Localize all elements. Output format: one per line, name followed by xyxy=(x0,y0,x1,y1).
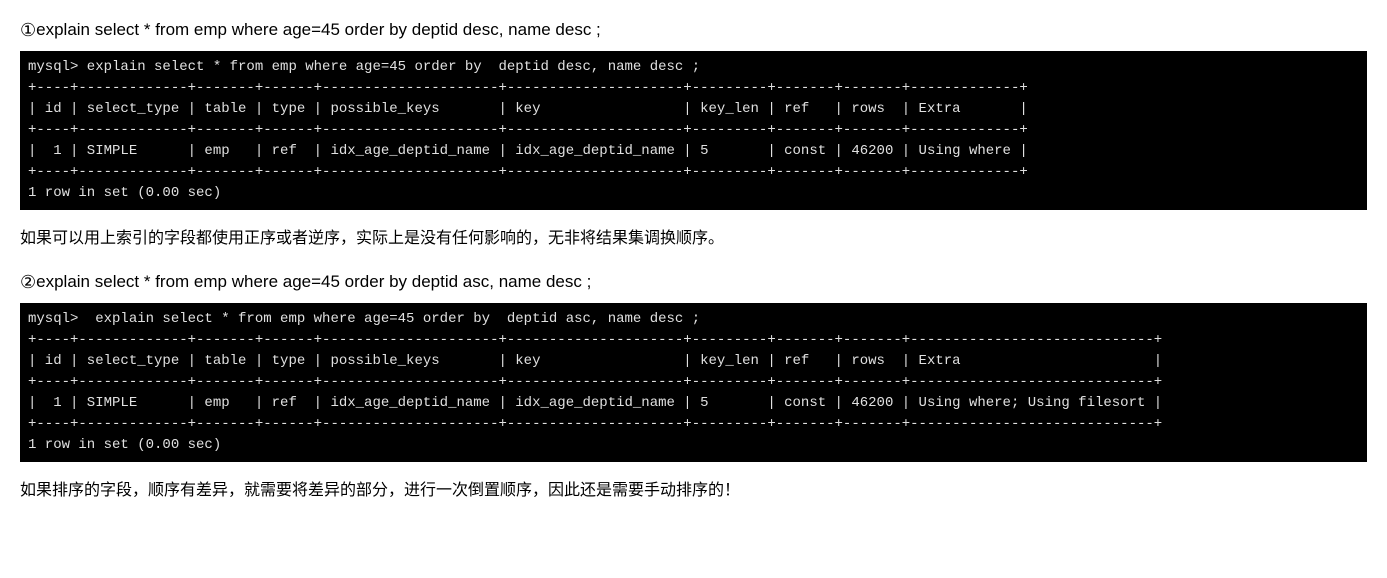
t2-border-bot: +----+-------------+-------+------+-----… xyxy=(28,416,1162,432)
t1-data: | 1 | SIMPLE | emp | ref | idx_age_depti… xyxy=(28,143,1028,159)
marker-2: ② xyxy=(20,272,36,293)
t2-border-mid: +----+-------------+-------+------+-----… xyxy=(28,374,1162,390)
query-line-1: ①explain select * from emp where age=45 … xyxy=(20,20,1367,41)
explanation-2: 如果排序的字段，顺序有差异，就需要将差异的部分，进行一次倒置顺序，因此还是需要手… xyxy=(20,478,1367,504)
t2-data: | 1 | SIMPLE | emp | ref | idx_age_depti… xyxy=(28,395,1162,411)
t1-header: | id | select_type | table | type | poss… xyxy=(28,101,1028,117)
terminal-output-2: mysql> explain select * from emp where a… xyxy=(20,303,1367,462)
terminal-output-1: mysql> explain select * from emp where a… xyxy=(20,51,1367,210)
explanation-1: 如果可以用上索引的字段都使用正序或者逆序，实际上是没有任何影响的，无非将结果集调… xyxy=(20,226,1367,252)
t1-border-mid: +----+-------------+-------+------+-----… xyxy=(28,122,1028,138)
t1-border-top: +----+-------------+-------+------+-----… xyxy=(28,80,1028,96)
query-text-2: explain select * from emp where age=45 o… xyxy=(36,272,591,291)
t1-prompt: mysql> explain select * from emp where a… xyxy=(28,59,700,75)
t1-footer: 1 row in set (0.00 sec) xyxy=(28,185,221,201)
t1-border-bot: +----+-------------+-------+------+-----… xyxy=(28,164,1028,180)
t2-prompt: mysql> explain select * from emp where a… xyxy=(28,311,700,327)
query-text-1: explain select * from emp where age=45 o… xyxy=(36,20,601,39)
t2-border-top: +----+-------------+-------+------+-----… xyxy=(28,332,1162,348)
t2-header: | id | select_type | table | type | poss… xyxy=(28,353,1162,369)
t2-footer: 1 row in set (0.00 sec) xyxy=(28,437,221,453)
query-line-2: ②explain select * from emp where age=45 … xyxy=(20,272,1367,293)
marker-1: ① xyxy=(20,20,36,41)
